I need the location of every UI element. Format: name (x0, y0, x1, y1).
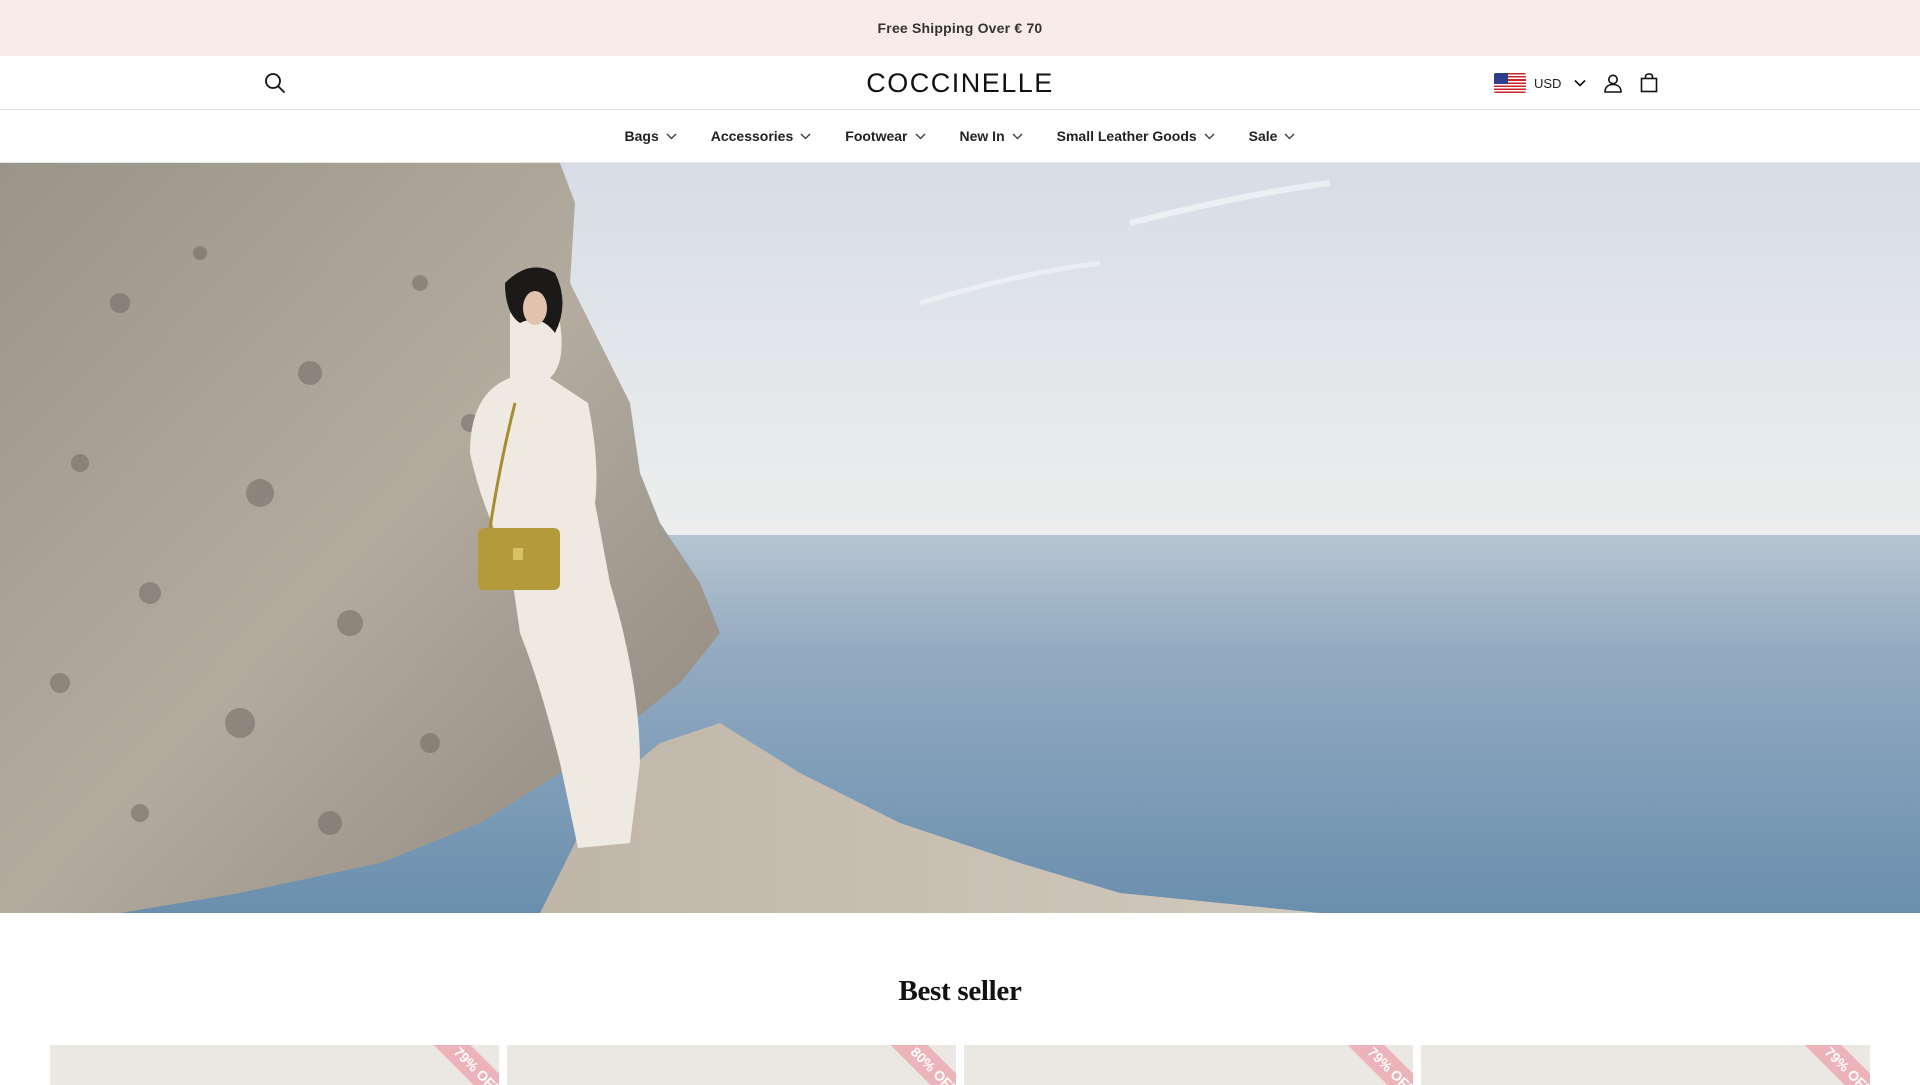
user-icon (1604, 74, 1623, 93)
shopping-bag-icon (1641, 73, 1658, 93)
nav-item-label: Accessories (710, 128, 794, 144)
nav-item-label: New In (959, 128, 1005, 144)
search-button[interactable] (262, 70, 288, 96)
announcement-text: Free Shipping Over € 70 (877, 20, 1043, 36)
main-navigation: Bags Accessories Footwear New In Small L… (0, 110, 1920, 163)
nav-item-small-leather-goods[interactable]: Small Leather Goods (1057, 128, 1215, 144)
discount-badge: 80% OFF (874, 1045, 956, 1085)
nav-item-new-in[interactable]: New In (960, 128, 1023, 144)
nav-item-label: Small Leather Goods (1056, 128, 1197, 144)
chevron-down-icon (666, 131, 677, 142)
chevron-down-icon (800, 131, 811, 142)
search-icon (265, 73, 285, 93)
us-flag-icon[interactable] (1494, 73, 1526, 93)
hero-image (0, 163, 1920, 913)
nav-item-footwear[interactable]: Footwear (845, 128, 925, 144)
nav-item-label: Footwear (845, 128, 908, 144)
hero-banner[interactable] (0, 163, 1920, 913)
product-card[interactable]: 79% OFF (964, 1045, 1413, 1085)
site-header: COCCINELLE USD (0, 56, 1920, 110)
chevron-down-icon (915, 131, 926, 142)
chevron-down-icon (1284, 131, 1295, 142)
discount-badge: 79% OFF (1331, 1045, 1413, 1085)
announcement-bar: Free Shipping Over € 70 (0, 0, 1920, 56)
account-button[interactable] (1601, 71, 1625, 95)
discount-badge: 79% OFF (417, 1045, 499, 1085)
nav-item-label: Sale (1248, 128, 1278, 144)
best-seller-title: Best seller (898, 975, 1022, 1007)
discount-badge: 79% OFF (1788, 1045, 1870, 1085)
chevron-down-icon (1204, 131, 1215, 142)
cart-button[interactable] (1637, 71, 1661, 95)
nav-item-label: Bags (624, 128, 659, 144)
nav-item-accessories[interactable]: Accessories (711, 128, 812, 144)
currency-selector[interactable]: USD (1534, 76, 1561, 91)
best-seller-products: 79% OFF 80% OFF 79% OFF 79% OFF (50, 1045, 1870, 1085)
nav-item-sale[interactable]: Sale (1249, 128, 1296, 144)
chevron-down-icon (1012, 131, 1023, 142)
brand-logo[interactable]: COCCINELLE (866, 68, 1054, 99)
product-card[interactable]: 79% OFF (50, 1045, 499, 1085)
product-card[interactable]: 79% OFF (1421, 1045, 1870, 1085)
nav-item-bags[interactable]: Bags (625, 128, 677, 144)
chevron-down-icon[interactable] (1573, 76, 1587, 90)
product-card[interactable]: 80% OFF (507, 1045, 956, 1085)
header-actions: USD (1494, 68, 1661, 98)
